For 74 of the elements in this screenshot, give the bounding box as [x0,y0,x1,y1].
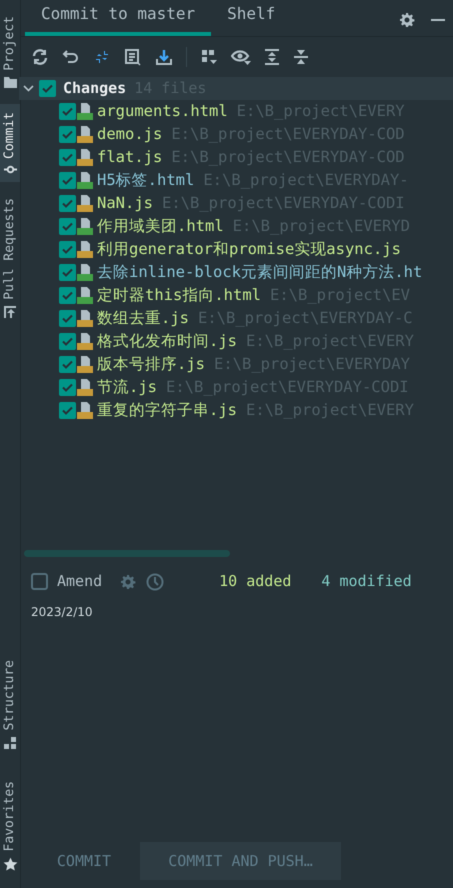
file-icon [76,149,93,166]
file-name[interactable]: H5标签.html [97,168,194,192]
side-tab[interactable]: Favorites [0,772,20,880]
checkbox[interactable] [59,149,76,166]
commit-message-field[interactable]: 2023/2/10 [21,594,453,714]
side-tab[interactable]: Commit [0,104,20,182]
file-icon [76,172,93,189]
arrows-icon[interactable] [93,48,111,66]
checkbox[interactable] [31,573,48,590]
undo-icon[interactable] [62,49,80,65]
checkbox[interactable] [59,241,76,258]
file-name[interactable]: flat.js [97,146,162,170]
file-icon [76,103,93,120]
file-name[interactable]: 定时器this指向.html [97,284,261,308]
checkbox[interactable] [59,103,76,120]
file-name[interactable]: demo.js [97,122,162,146]
checkbox[interactable] [59,333,76,350]
checkbox[interactable] [59,287,76,304]
file-icon [76,264,93,281]
file-name[interactable]: 重复的字符子串.js [97,398,237,422]
checkbox[interactable] [59,172,76,189]
checkbox[interactable] [59,402,76,419]
checkbox[interactable] [59,126,76,143]
collapse-all-icon[interactable] [293,48,309,66]
file-icon [76,333,93,350]
checkbox[interactable] [59,310,76,327]
folder-icon [4,76,16,88]
file-name[interactable]: 作用域美团.html [97,214,224,238]
side-tab[interactable]: Project [0,8,20,96]
file-icon [76,218,93,235]
file-icon [76,379,93,396]
amend-label[interactable]: Amend [57,570,102,593]
expand-all-icon[interactable] [264,48,280,66]
eye-icon[interactable] [231,48,251,66]
added-count: 10 added [219,571,292,592]
refresh-icon[interactable] [31,48,49,66]
star-icon [2,857,18,872]
modified-count: 4 modified [321,571,412,592]
file-icon [76,195,93,212]
settings-icon[interactable] [399,12,415,28]
checkbox[interactable] [59,218,76,235]
file-icon [76,241,93,258]
side-tab[interactable]: Structure [0,652,20,757]
tab[interactable]: Shelf [211,2,292,36]
file-icon [76,126,93,143]
scrollbar[interactable] [24,550,230,556]
file-name[interactable]: NaN.js [97,192,153,216]
structure-icon [4,736,16,749]
file-name[interactable]: 数组去重.js [97,306,189,330]
download-icon[interactable] [155,48,173,66]
file-icon [76,287,93,304]
pull-request-icon [4,306,16,318]
checkbox[interactable] [59,356,76,373]
side-tab[interactable]: Pull Requests [0,190,20,326]
file-icon [76,310,93,327]
tab[interactable]: Commit to master [25,2,212,36]
file-name[interactable]: 去除inline-block元素间间距的N种方法.ht [97,260,422,284]
minimize-icon[interactable] [431,18,445,22]
checkbox[interactable] [59,264,76,281]
file-icon [76,402,93,419]
file-icon [76,356,93,373]
checkbox[interactable] [39,80,56,97]
clock-icon[interactable] [146,572,164,590]
file-name[interactable]: 版本号排序.js [97,352,205,376]
document-icon[interactable] [124,48,142,66]
commit-icon [4,164,16,174]
file-name[interactable]: 节流.js [97,376,157,400]
file-name[interactable]: 利用generator和promise实现async.js [97,238,401,262]
checkbox[interactable] [59,195,76,212]
file-name[interactable]: arguments.html [97,100,228,124]
group-icon[interactable] [200,48,218,66]
checkbox[interactable] [59,379,76,396]
file-name[interactable]: 格式化发布时间.js [97,330,237,354]
changes-label[interactable]: Changes [63,77,126,100]
